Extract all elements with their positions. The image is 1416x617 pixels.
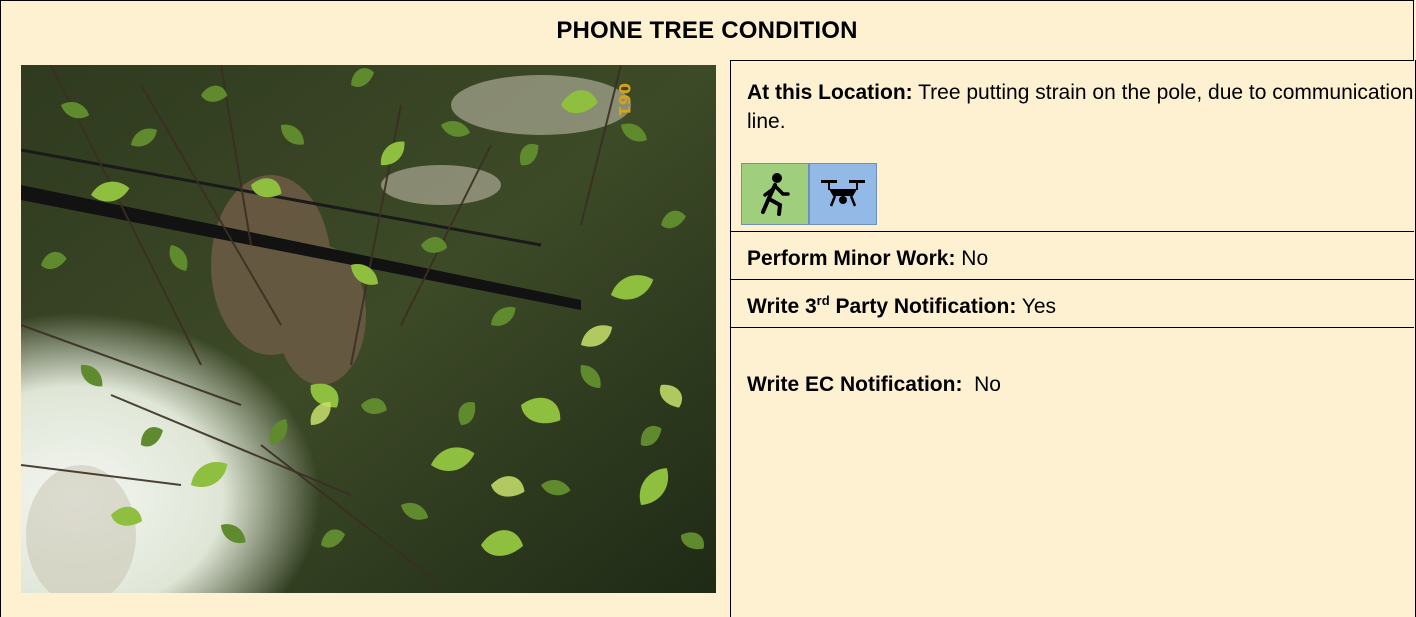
location-label: At this Location:: [747, 81, 913, 104]
third-party-row: Write 3rd Party Notification: Yes: [731, 280, 1414, 328]
title-row: PHONE TREE CONDITION: [0, 0, 1414, 61]
third-party-label-pre: Write 3: [747, 295, 817, 318]
minor-work-label: Perform Minor Work:: [747, 247, 956, 270]
details-cell: At this Location: Tree putting strain on…: [731, 60, 1416, 617]
drone-icon: [809, 163, 877, 225]
location-block: At this Location: Tree putting strain on…: [731, 60, 1414, 232]
third-party-label: Write 3rd Party Notification:: [747, 293, 1017, 318]
ec-value: No: [962, 373, 1001, 396]
ec-label: Write EC Notification:: [747, 373, 963, 396]
walking-person-icon: [741, 163, 809, 225]
page-title: PHONE TREE CONDITION: [556, 16, 858, 44]
third-party-value: Yes: [1016, 295, 1057, 318]
condition-report-table: PHONE TREE CONDITION 061 At this Locatio…: [0, 0, 1416, 617]
third-party-label-post: Party Notification:: [829, 295, 1017, 318]
tree-photo: 061: [21, 65, 716, 593]
minor-work-row: Perform Minor Work: No: [731, 232, 1414, 280]
minor-work-value: No: [955, 247, 989, 270]
inspection-method-icons: [741, 163, 877, 225]
ec-notification-row: Write EC Notification: No: [731, 328, 1414, 617]
photo-cell: 061: [0, 60, 731, 617]
photo-date-stamp: 061: [615, 83, 634, 116]
third-party-label-sup: rd: [816, 293, 830, 308]
